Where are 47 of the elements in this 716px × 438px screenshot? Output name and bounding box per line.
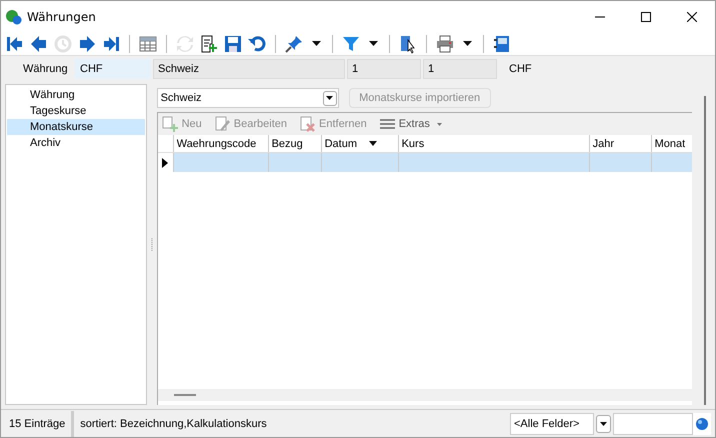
dropdown-caret-icon bbox=[600, 422, 607, 426]
delete-icon bbox=[299, 116, 316, 132]
globe-icon bbox=[695, 416, 709, 430]
search-field[interactable] bbox=[613, 412, 693, 434]
dropdown-caret-icon bbox=[326, 96, 334, 100]
new-record-icon[interactable] bbox=[199, 34, 219, 54]
sort-status: sortiert: Bezeichnung,Kalkulationskurs bbox=[79, 418, 268, 430]
dropdown-caret-icon[interactable] bbox=[312, 41, 321, 46]
unit-label: CHF bbox=[509, 63, 532, 75]
dropdown-button[interactable] bbox=[596, 414, 611, 432]
window-title: Währungen bbox=[27, 10, 97, 24]
grid-toolbar-button[interactable]: Extras bbox=[378, 116, 442, 132]
notebook-icon[interactable] bbox=[492, 34, 512, 54]
record-count: 15 Einträge bbox=[3, 410, 74, 436]
previous-icon[interactable] bbox=[29, 34, 49, 54]
column-header[interactable]: Monat bbox=[652, 135, 692, 152]
field-label: Währung bbox=[23, 63, 69, 75]
next-icon[interactable] bbox=[77, 34, 97, 54]
dropdown-caret-icon bbox=[436, 122, 442, 126]
add-icon bbox=[162, 116, 179, 132]
sidebar-item[interactable]: Monatskurse bbox=[7, 119, 145, 135]
save-icon[interactable] bbox=[223, 34, 243, 54]
field-dropdown[interactable]: <Alle Felder> bbox=[510, 412, 594, 434]
value-field: 1 bbox=[347, 59, 421, 79]
app-icon bbox=[5, 8, 23, 24]
sort-descending-icon bbox=[369, 141, 377, 146]
sidebar-item[interactable]: Tageskurse bbox=[6, 103, 146, 119]
close-icon bbox=[687, 12, 697, 22]
currency-code-field[interactable]: CHF bbox=[75, 59, 151, 79]
dropdown-caret-icon[interactable] bbox=[369, 41, 378, 46]
splitter-grip-icon bbox=[150, 238, 154, 252]
table-icon[interactable] bbox=[138, 34, 158, 54]
printer-icon[interactable] bbox=[435, 34, 455, 54]
edit-icon bbox=[214, 116, 231, 132]
maximize-icon bbox=[641, 12, 651, 22]
horizontal-scrollbar[interactable] bbox=[158, 389, 692, 401]
currency-name-field: Schweiz bbox=[153, 59, 345, 79]
undo-icon[interactable] bbox=[247, 34, 267, 54]
country-dropdown[interactable]: Schweiz bbox=[156, 88, 339, 108]
sidebar-item[interactable]: Archiv bbox=[6, 135, 146, 151]
current-row-icon bbox=[162, 158, 168, 168]
sidebar-item[interactable]: Währung bbox=[6, 87, 146, 103]
pin-icon[interactable] bbox=[284, 34, 304, 54]
search-button[interactable] bbox=[693, 412, 711, 434]
value-field: 1 bbox=[423, 59, 497, 79]
dropdown-caret-icon[interactable] bbox=[463, 41, 472, 46]
menu-icon bbox=[378, 116, 396, 132]
